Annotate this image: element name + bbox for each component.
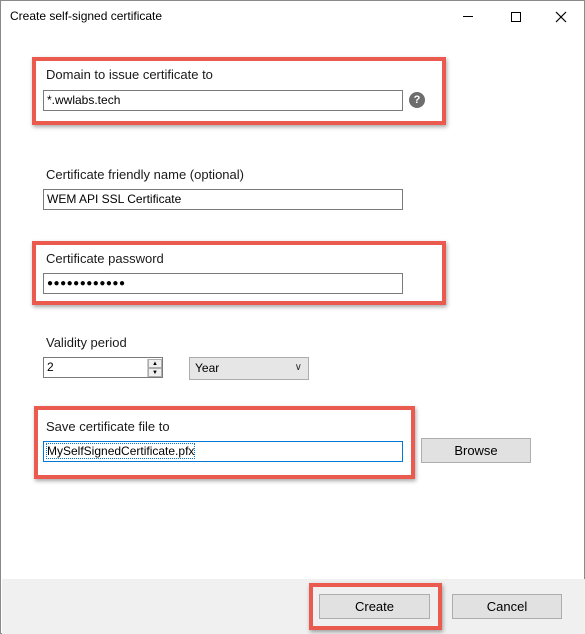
title-bar: Create self-signed certificate [1,1,584,32]
friendly-name-label: Certificate friendly name (optional) [46,167,244,182]
friendly-name-input[interactable]: WEM API SSL Certificate [43,189,403,210]
validity-unit-select[interactable]: Year ∨ [189,357,309,380]
maximize-icon [511,11,521,22]
help-icon[interactable]: ? [409,92,425,108]
dialog-window: Create self-signed certificate Domain to… [0,0,585,634]
domain-label: Domain to issue certificate to [46,67,213,82]
domain-input[interactable]: *.wwlabs.tech [43,90,403,111]
validity-spinner[interactable]: ▲ ▼ [147,359,162,377]
minimize-button[interactable] [445,1,491,32]
validity-unit-value: Year [195,361,220,375]
window-title: Create self-signed certificate [10,9,163,23]
validity-label: Validity period [46,335,127,350]
maximize-button[interactable] [493,1,539,32]
save-file-value: MySelfSignedCertificate.pfx [45,443,196,459]
validity-number-input[interactable]: 2 [43,357,163,378]
password-label: Certificate password [46,251,164,266]
spin-down-icon[interactable]: ▼ [148,368,162,377]
minimize-icon [463,16,473,17]
cancel-button[interactable]: Cancel [452,594,562,619]
save-file-input[interactable]: MySelfSignedCertificate.pfx [43,441,403,462]
chevron-down-icon: ∨ [294,362,302,373]
spin-up-icon[interactable]: ▲ [148,359,162,368]
close-icon [555,11,567,22]
close-button[interactable] [538,1,584,32]
browse-button[interactable]: Browse [421,438,531,463]
create-button[interactable]: Create [319,594,430,619]
validity-value: 2 [47,360,54,374]
save-file-label: Save certificate file to [46,419,170,434]
password-input[interactable]: ●●●●●●●●●●●● [43,273,403,294]
